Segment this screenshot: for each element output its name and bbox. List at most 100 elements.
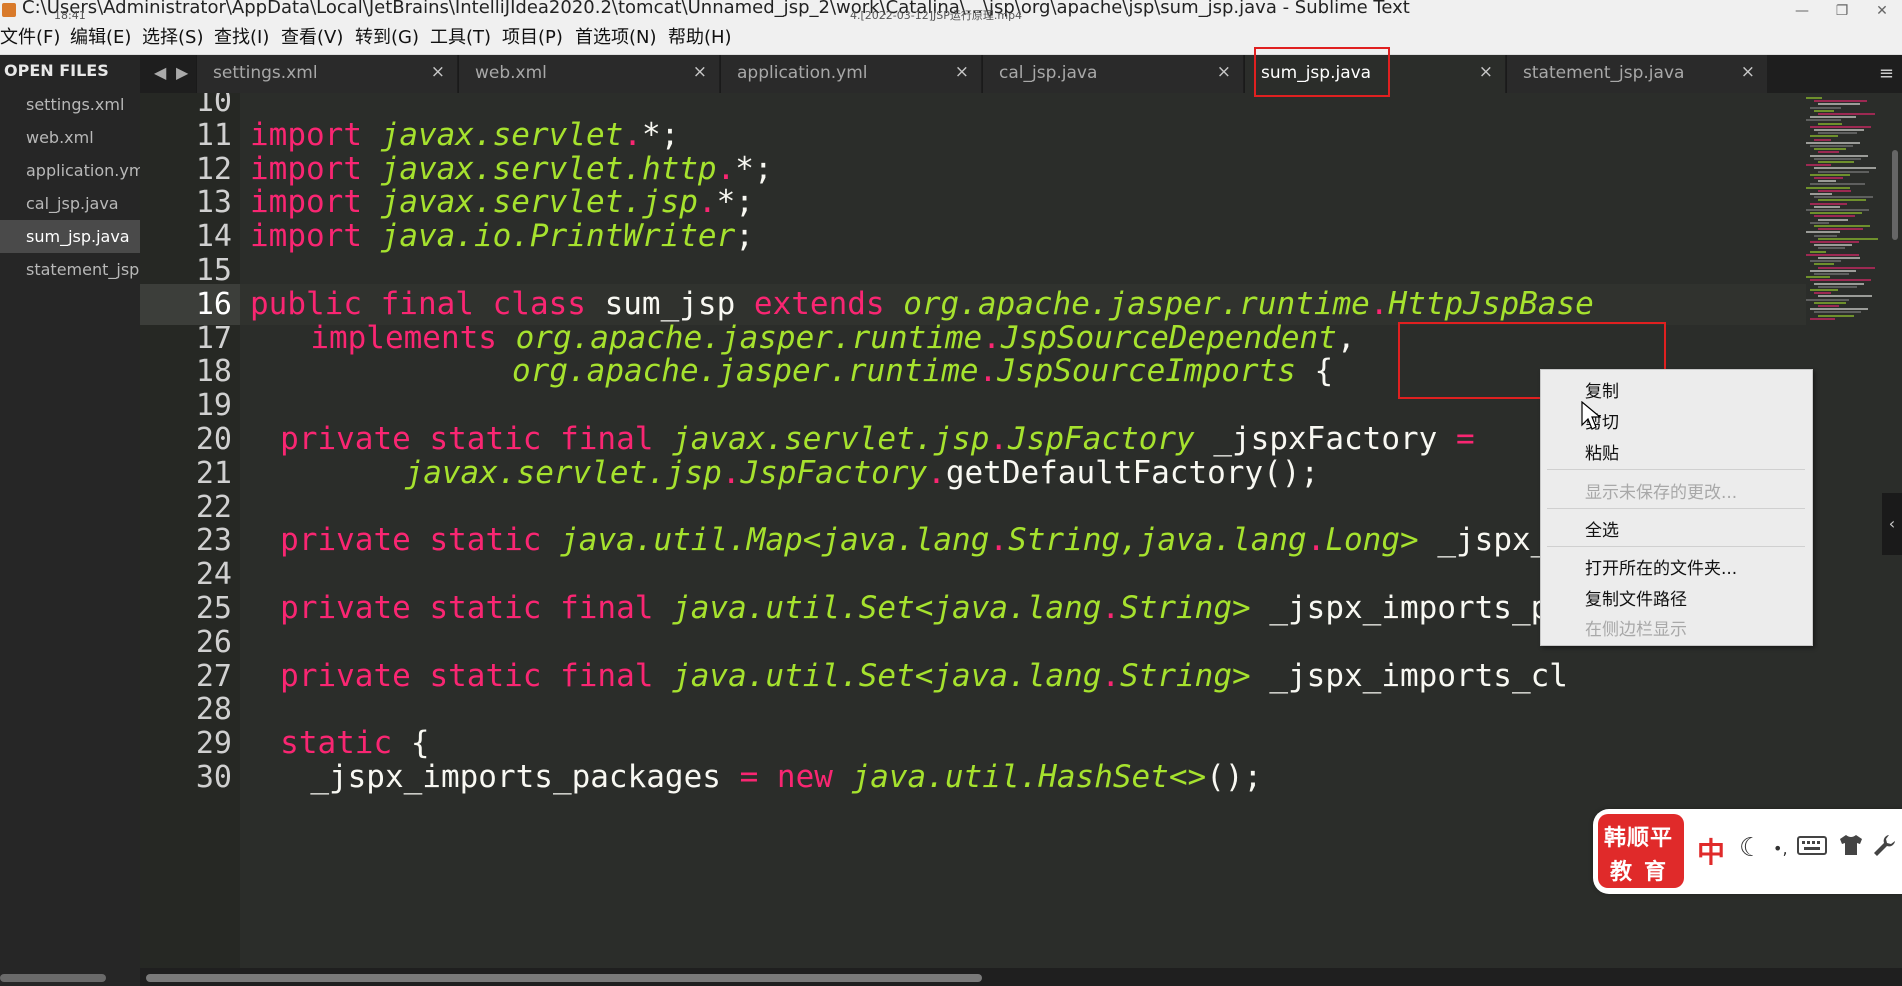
code-token: (); [1206, 759, 1263, 795]
code-line[interactable]: private static java.util.Map<java.lang.S… [280, 520, 1754, 561]
code-token: import [250, 218, 381, 255]
code-line[interactable]: org.apache.jasper.runtime.JspSourceImpor… [512, 351, 1333, 392]
menu-project[interactable]: 项目(P) [502, 27, 563, 49]
tab-close-icon[interactable]: × [1217, 62, 1231, 82]
watermark-toolbar: 韩顺平 教育 中 ☾ •, [1593, 809, 1902, 894]
sidebar-file-web-xml[interactable]: web.xml [0, 121, 140, 154]
sidebar-scrollbar[interactable] [0, 968, 140, 986]
code-token: , [1336, 319, 1356, 356]
sidebar-file-settings-xml[interactable]: settings.xml [0, 88, 140, 121]
shirt-icon[interactable] [1837, 833, 1865, 864]
code-token: Long> [1325, 522, 1438, 559]
minimap-line [1814, 234, 1837, 237]
sidebar-file-statement-jsp[interactable]: statement_jsp.java [0, 253, 140, 286]
tab-cal-jsp[interactable]: cal_jsp.java × [982, 55, 1243, 93]
minimap[interactable] [1806, 93, 1886, 393]
sublime-app-icon [2, 3, 16, 17]
menu-preferences[interactable]: 首选项(N) [575, 27, 657, 49]
code-token: private static final [280, 421, 673, 457]
ctx-copy[interactable]: 复制 [1585, 377, 1619, 402]
vertical-scrollbar[interactable] [1892, 150, 1898, 240]
tab-label: statement_jsp.java [1523, 63, 1685, 83]
minimap-line [1810, 125, 1871, 128]
code-line[interactable]: import java.io.PrintWriter; [250, 216, 754, 257]
code-token: . [1369, 285, 1389, 322]
menu-find[interactable]: 查找(I) [214, 27, 269, 49]
tab-close-icon[interactable]: × [431, 62, 445, 82]
menu-goto[interactable]: 转到(G) [355, 27, 419, 49]
tab-close-icon[interactable]: × [1479, 62, 1493, 82]
code-token: static [280, 725, 411, 762]
minimap-line [1810, 221, 1829, 224]
code-token: javax.servlet [380, 116, 624, 153]
code-token: org.apache.jasper.runtime [903, 285, 1370, 322]
horizontal-scrollbar-thumb[interactable] [146, 974, 982, 982]
tab-next-arrow-icon[interactable]: ▶ [176, 63, 188, 82]
horizontal-scrollbar[interactable] [140, 968, 1902, 986]
code-token: *; [641, 116, 680, 153]
ctx-paste[interactable]: 粘贴 [1585, 439, 1619, 464]
code-token: private static final [280, 657, 673, 694]
tab-close-icon[interactable]: × [693, 62, 707, 82]
minimap-line [1818, 247, 1845, 250]
minimap-line [1806, 298, 1849, 301]
menu-view[interactable]: 查看(V) [281, 27, 343, 49]
code-token: java.io.PrintWriter [380, 218, 736, 255]
tab-settings-xml[interactable]: settings.xml × [196, 55, 457, 93]
ctx-copy-path[interactable]: 复制文件路径 [1585, 585, 1687, 610]
minimap-line [1806, 253, 1859, 256]
code-token: import [250, 150, 381, 187]
code-token: ; [735, 218, 754, 255]
sidebar-file-cal-jsp[interactable]: cal_jsp.java [0, 187, 140, 220]
code-token: getDefaultFactory(); [945, 454, 1320, 491]
maximize-button[interactable]: ❐ [1830, 2, 1854, 20]
tab-label: web.xml [475, 63, 547, 83]
keyboard-icon[interactable] [1797, 833, 1827, 863]
tab-web-xml[interactable]: web.xml × [458, 55, 719, 93]
code-line[interactable]: private static final java.util.Set<java.… [280, 588, 1698, 629]
tab-menu-icon[interactable]: ≡ [1879, 63, 1894, 84]
menu-bar: 文件(F) 编辑(E) 选择(S) 查找(I) 查看(V) 转到(G) 工具(T… [0, 22, 1902, 55]
moon-icon[interactable]: ☾ [1739, 833, 1762, 863]
code-token: String,java.lang [1008, 522, 1307, 559]
ime-chinese-indicator[interactable]: 中 [1697, 831, 1725, 871]
minimap-line [1814, 148, 1846, 151]
code-token: new [776, 759, 852, 795]
punctuation-icon[interactable]: •, [1773, 839, 1788, 858]
code-line[interactable]: private static final java.util.Set<java.… [280, 656, 1568, 697]
code-token: JspSourceImports [997, 353, 1315, 390]
minimap-line [1806, 209, 1869, 211]
code-token: . [982, 319, 1001, 356]
minimap-line [1818, 314, 1854, 317]
code-token: org.apache.jasper.runtime [515, 319, 983, 356]
ctx-select-all[interactable]: 全选 [1585, 516, 1619, 541]
code-token: . [1101, 657, 1121, 694]
menu-tools[interactable]: 工具(T) [430, 27, 491, 49]
sidebar-file-sum-jsp[interactable]: sum_jsp.java [0, 220, 140, 253]
code-token: . [989, 522, 1009, 559]
menu-file[interactable]: 文件(F) [0, 27, 60, 49]
side-panel-collapse-icon[interactable]: ‹ [1882, 493, 1902, 555]
tab-close-icon[interactable]: × [1741, 62, 1755, 82]
minimap-line [1810, 308, 1868, 311]
code-token: private static final [280, 590, 673, 626]
close-window-button[interactable]: ✕ [1870, 2, 1894, 20]
minimap-line [1810, 154, 1868, 157]
tab-prev-arrow-icon[interactable]: ◀ [154, 63, 166, 82]
tab-statement-jsp[interactable]: statement_jsp.java × [1506, 55, 1767, 93]
code-token: javax.servlet.jsp [672, 421, 990, 457]
menu-edit[interactable]: 编辑(E) [70, 27, 131, 49]
wrench-icon[interactable] [1871, 833, 1897, 866]
menu-help[interactable]: 帮助(H) [668, 27, 732, 49]
tab-close-icon[interactable]: × [955, 62, 969, 82]
ctx-open-folder[interactable]: 打开所在的文件夹... [1585, 554, 1737, 579]
code-line[interactable]: _jspx_imports_packages = new java.util.H… [310, 757, 1262, 798]
sidebar-scrollbar-thumb[interactable] [0, 974, 106, 982]
code-line[interactable]: javax.servlet.jsp.JspFactory.getDefaultF… [405, 453, 1320, 494]
menu-select[interactable]: 选择(S) [142, 27, 203, 49]
title-bar: C:\Users\Administrator\AppData\Local\Jet… [0, 0, 1902, 22]
sidebar-file-application-yml[interactable]: application.yml [0, 154, 140, 187]
code-token: javax.servlet.jsp [380, 184, 698, 221]
tab-application-yml[interactable]: application.yml × [720, 55, 981, 93]
minimize-button[interactable]: — [1790, 2, 1814, 20]
